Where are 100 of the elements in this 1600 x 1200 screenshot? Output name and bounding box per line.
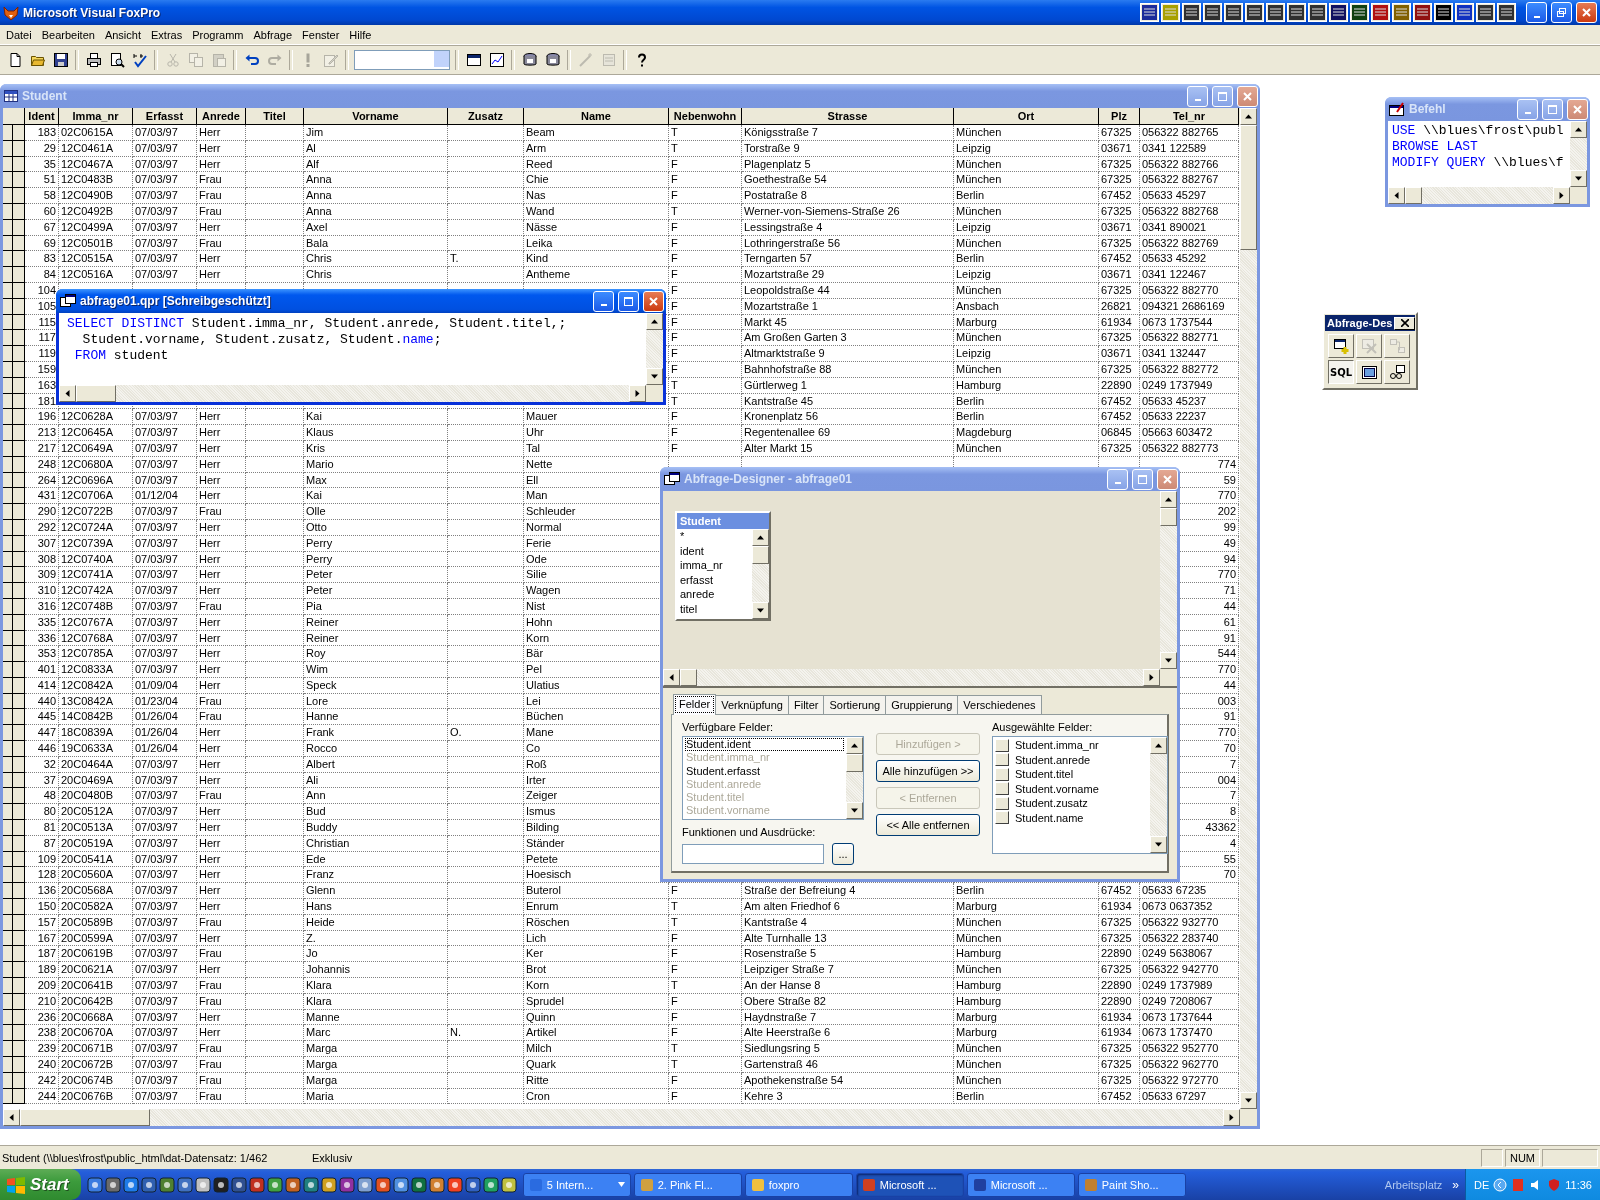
- table-cell: Anna: [304, 204, 448, 220]
- column-header[interactable]: Name: [524, 108, 669, 125]
- table-cell: T: [669, 125, 742, 141]
- table-cell: Alf: [304, 156, 448, 173]
- field-item[interactable]: imma_nr: [680, 558, 752, 573]
- list-item[interactable]: Student.vorname: [1015, 782, 1099, 795]
- start-button[interactable]: Start: [0, 1169, 81, 1200]
- column-header[interactable]: Vorname: [304, 108, 448, 125]
- taskbar-button[interactable]: 5 Intern...: [522, 1172, 631, 1197]
- more-button[interactable]: »: [1446, 1177, 1465, 1192]
- builder-button[interactable]: ...: [832, 843, 854, 865]
- table-cell: 07/03/97: [133, 899, 197, 915]
- table-cell: 51: [25, 172, 59, 189]
- column-header[interactable]: Titel: [246, 108, 304, 125]
- menu-item[interactable]: Datei: [1, 25, 37, 44]
- column-header[interactable]: Imma_nr: [59, 108, 133, 125]
- table-cell: 0673 1737544: [1140, 314, 1239, 331]
- table-cell: 0673 1737644: [1140, 1009, 1239, 1026]
- menu-item[interactable]: Ansicht: [99, 25, 146, 44]
- table-cell: An der Hanse 8: [742, 978, 954, 994]
- list-item[interactable]: Student.zusatz: [1015, 797, 1088, 810]
- table-cell: 18C0839A: [59, 725, 133, 742]
- table-cell: 07/03/97: [133, 204, 197, 220]
- table-cell: 12C0499A: [59, 219, 133, 236]
- tab[interactable]: Sortierung: [823, 695, 887, 714]
- menu-item[interactable]: Programm: [187, 25, 249, 44]
- toolbar-label[interactable]: Arbeitsplatz: [1380, 1178, 1447, 1191]
- field-item[interactable]: erfasst: [680, 572, 752, 587]
- table-cell: Reed: [524, 156, 669, 173]
- tab[interactable]: Gruppierung: [885, 695, 959, 714]
- sql-button[interactable]: SQL: [1328, 360, 1354, 384]
- table-cell: Herr: [197, 267, 246, 283]
- table-cell: Frau: [197, 978, 246, 994]
- selected-fields-list[interactable]: Student.imma_nr Student.anrede Student.titel Student.vorname Student.zusatz Student.name: [992, 736, 1168, 854]
- list-item[interactable]: Student.titel: [1015, 768, 1074, 781]
- list-item[interactable]: Student.anrede: [1015, 753, 1091, 766]
- column-header[interactable]: Ort: [954, 108, 1099, 125]
- window-title: Student: [22, 89, 68, 103]
- menu-item[interactable]: Hilfe: [344, 25, 377, 44]
- table-cell: 05663 603472: [1140, 425, 1239, 441]
- list-item[interactable]: Student.erfasst: [685, 764, 844, 778]
- tab[interactable]: Verschiedenes: [957, 695, 1042, 714]
- table-cell: 12C0645A: [59, 425, 133, 441]
- taskbar-button[interactable]: Microsoft ...: [855, 1172, 964, 1197]
- table-cell: Marburg: [954, 1025, 1099, 1042]
- table-cell: Reiner: [304, 630, 448, 647]
- taskbar-button[interactable]: Microsoft ...: [966, 1172, 1075, 1197]
- list-item[interactable]: Student.imma_nr: [1015, 739, 1099, 752]
- column-header[interactable]: Tel_nr: [1140, 108, 1239, 125]
- table-cell: 056322 283740: [1140, 930, 1239, 947]
- tab[interactable]: Felder: [673, 694, 717, 715]
- column-header[interactable]: Anrede: [197, 108, 246, 125]
- menu-item[interactable]: Extras: [146, 25, 188, 44]
- table-cell: 14C0842B: [59, 709, 133, 726]
- toolbar-title: Abfrage-Des: [1327, 317, 1393, 329]
- table-cell: Berlin: [954, 409, 1099, 426]
- column-header[interactable]: Plz: [1099, 108, 1140, 125]
- table-cell: Alte Heerstraße 6: [742, 1025, 954, 1042]
- column-header[interactable]: Ident: [25, 108, 59, 125]
- table-cell: Olle: [304, 504, 448, 520]
- taskbar-button[interactable]: 2. Pink Fl...: [633, 1172, 742, 1197]
- table-cell: Herr: [197, 662, 246, 678]
- column-header[interactable]: Strasse: [742, 108, 954, 125]
- table-cell: Berlin: [954, 188, 1099, 204]
- field-item[interactable]: *: [680, 529, 752, 544]
- list-item[interactable]: Student.ident: [685, 738, 844, 752]
- table-cell: 12C0706A: [59, 488, 133, 505]
- table-cell: 0341 122589: [1140, 140, 1239, 157]
- table-cell: 26821: [1099, 298, 1140, 315]
- table-cell: 07/03/97: [133, 930, 197, 947]
- table-box[interactable]: Student * ident imma_nr erfasst anrede titel: [675, 511, 771, 621]
- taskbar-button[interactable]: foxpro: [744, 1172, 853, 1197]
- action-button[interactable]: << Alle entfernen: [876, 814, 980, 836]
- menu-item[interactable]: Fenster: [297, 25, 345, 44]
- table-cell: 213: [25, 425, 59, 441]
- table-cell: 0249 7208067: [1140, 993, 1239, 1010]
- table-cell: München: [954, 962, 1099, 979]
- table-cell: 07/03/97: [133, 1025, 197, 1042]
- table-cell: 310: [25, 583, 59, 599]
- field-item[interactable]: anrede: [680, 587, 752, 602]
- table-cell: 61934: [1099, 1009, 1140, 1026]
- action-button[interactable]: Alle hinzufügen >>: [876, 760, 980, 782]
- table-cell: F: [669, 219, 742, 236]
- field-item[interactable]: titel: [680, 601, 752, 616]
- table-cell: T: [669, 978, 742, 994]
- field-item[interactable]: ident: [680, 543, 752, 558]
- menu-item[interactable]: Abfrage: [248, 25, 298, 44]
- table-cell: München: [954, 1041, 1099, 1057]
- table-cell: Leipzig: [954, 140, 1099, 157]
- table-cell: 20C0671B: [59, 1041, 133, 1057]
- table-cell: F: [669, 946, 742, 963]
- table-cell: Z.: [304, 930, 448, 947]
- column-header[interactable]: Zusatz: [448, 108, 524, 125]
- table-cell: T: [669, 914, 742, 931]
- column-header[interactable]: Nebenwohn: [669, 108, 742, 125]
- tab[interactable]: Verknüpfung: [715, 695, 789, 714]
- list-item[interactable]: Student.name: [1015, 811, 1084, 824]
- column-header[interactable]: Erfasst: [133, 108, 197, 125]
- menu-item[interactable]: Bearbeiten: [36, 25, 100, 44]
- taskbar-button[interactable]: Paint Sho...: [1077, 1172, 1186, 1197]
